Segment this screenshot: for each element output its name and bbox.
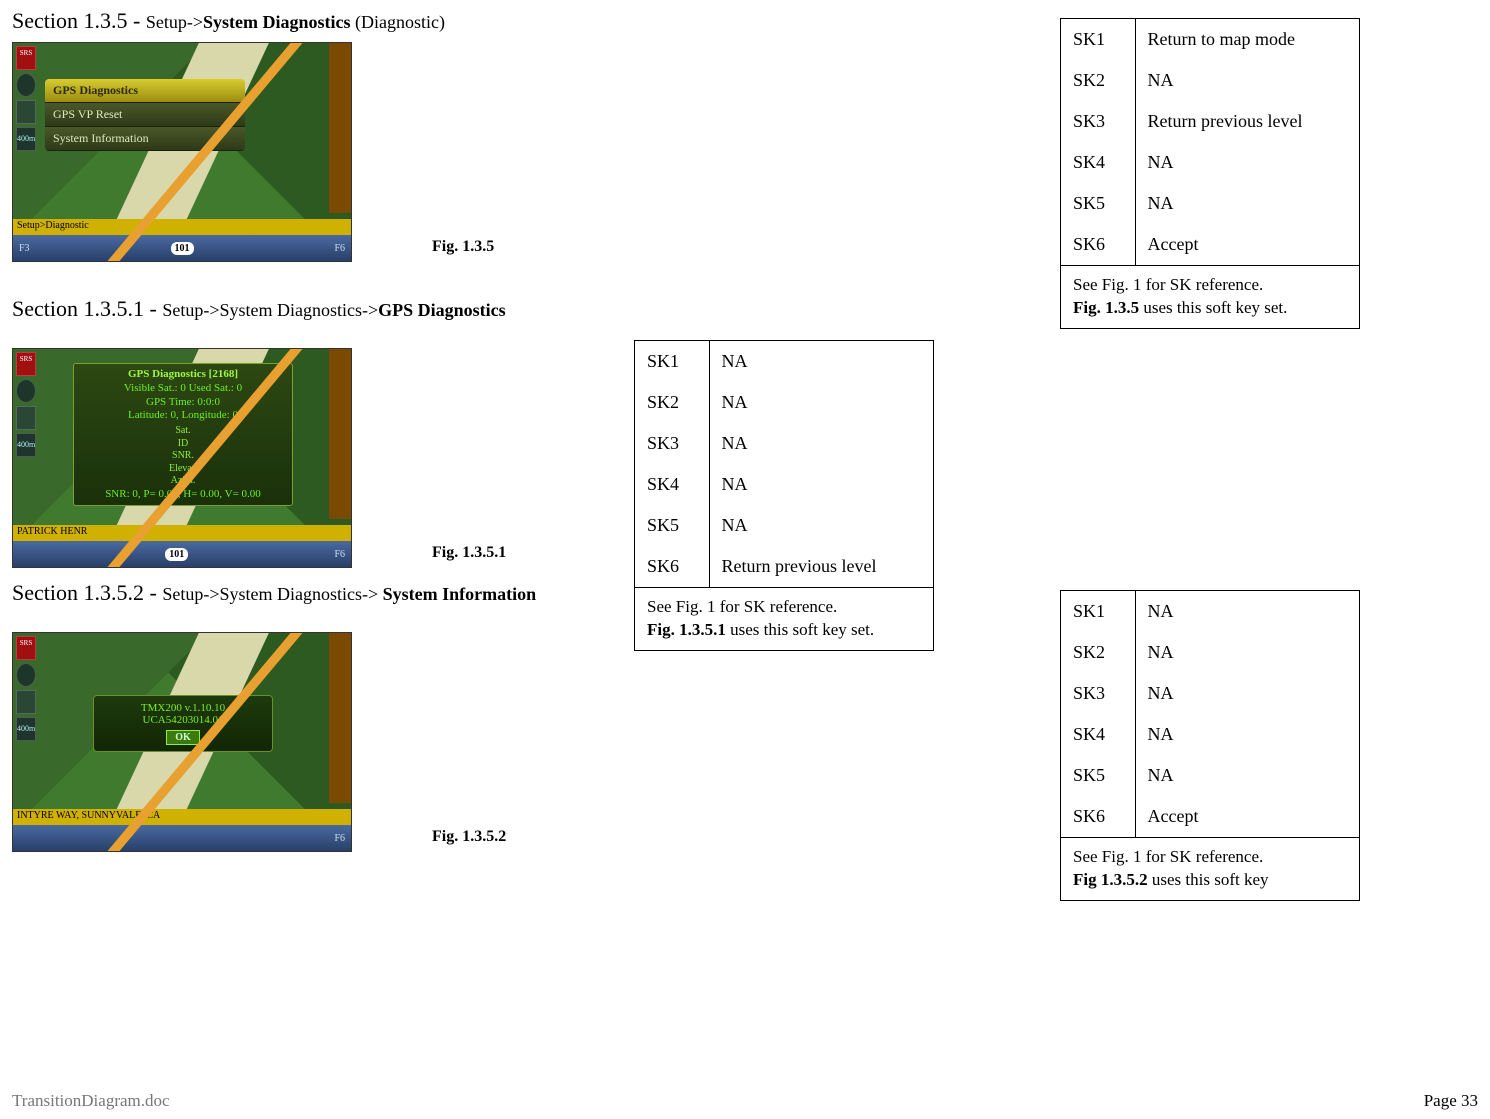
status-bar: PATRICK HENR (13, 525, 351, 541)
table-row: SK4NA (1061, 142, 1359, 183)
gps-left-sidebar: SRS 400m (13, 349, 39, 525)
figure-screenshot-1352: SRS 400m TMX200 v.1.10.10 UCA54203014.01… (12, 632, 352, 852)
table-row: SK5NA (1061, 183, 1359, 224)
menu-item-gps-diagnostics[interactable]: GPS Diagnostics (45, 79, 245, 103)
footer-filename: TransitionDiagram.doc (12, 1091, 170, 1111)
f6-key[interactable]: F6 (334, 549, 345, 560)
srs-badge-icon: SRS (16, 46, 36, 70)
table-row: SK2NA (635, 382, 933, 423)
gps-right-rail (329, 349, 351, 519)
softkey-reference-note: See Fig. 1 for SK reference. Fig. 1.3.5.… (635, 587, 933, 650)
signal-icon (16, 690, 36, 714)
diag-footer-line: SNR: 0, P= 0.00, H= 0.00, V= 0.00 (80, 488, 286, 502)
ok-button[interactable]: OK (166, 730, 200, 745)
table-row: SK6Accept (1061, 796, 1359, 837)
menu-item-system-information[interactable]: System Information (45, 127, 245, 151)
scale-label: 400m (16, 717, 36, 741)
gps-diagnostics-panel: GPS Diagnostics [2168] Visible Sat.: 0 U… (73, 363, 293, 506)
bottom-softkey-bar: F3 101 F6 (13, 235, 351, 261)
gps-right-rail (329, 633, 351, 803)
compass-icon (16, 73, 36, 97)
status-bar: Setup>Diagnostic (13, 219, 351, 235)
table-row: SK4NA (1061, 714, 1359, 755)
figure-caption-1351: Fig. 1.3.5.1 (432, 544, 506, 562)
srs-badge-icon: SRS (16, 352, 36, 376)
scale-label: 400m (16, 433, 36, 457)
srs-badge-icon: SRS (16, 636, 36, 660)
softkey-table-1352: SK1NA SK2NA SK3NA SK4NA SK5NA SK6Accept … (1060, 590, 1360, 901)
table-row: SK1NA (1061, 591, 1359, 632)
table-row: SK1NA (635, 341, 933, 382)
table-row: SK2NA (1061, 60, 1359, 101)
figure-caption-1352: Fig. 1.3.5.2 (432, 828, 506, 846)
section-number: Section 1.3.5 (12, 8, 128, 33)
table-row: SK5NA (1061, 755, 1359, 796)
footer-page-number: Page 33 (1424, 1091, 1478, 1111)
menu-item-gps-vp-reset[interactable]: GPS VP Reset (45, 103, 245, 127)
f6-key[interactable]: F6 (334, 243, 345, 254)
table-row: SK3NA (635, 423, 933, 464)
diag-columns: Sat. ID SNR. Elevat. Azim. (80, 425, 286, 488)
compass-icon (16, 379, 36, 403)
route-shield-icon: 101 (171, 242, 194, 255)
f3-key[interactable]: F3 (19, 243, 30, 254)
page-footer: TransitionDiagram.doc Page 33 (12, 1091, 1478, 1111)
table-row: SK2NA (1061, 632, 1359, 673)
section-heading-1351: Section 1.3.5.1 - Setup->System Diagnost… (12, 296, 506, 322)
table-row: SK6Return previous level (635, 546, 933, 587)
softkey-table-1351: SK1NA SK2NA SK3NA SK4NA SK5NA SK6Return … (634, 340, 934, 651)
table-row: SK1Return to map mode (1061, 19, 1359, 60)
bottom-softkey-bar: 101 F6 (13, 541, 351, 567)
route-shield-icon: 101 (165, 548, 188, 561)
figure-screenshot-135: SRS 400m GPS Diagnostics GPS VP Reset Sy… (12, 42, 352, 262)
table-row: SK4NA (635, 464, 933, 505)
softkey-reference-note: See Fig. 1 for SK reference. Fig. 1.3.5 … (1061, 265, 1359, 328)
bottom-softkey-bar: F6 (13, 825, 351, 851)
signal-icon (16, 406, 36, 430)
gps-left-sidebar: SRS 400m (13, 633, 39, 809)
figure-caption-135: Fig. 1.3.5 (432, 238, 494, 256)
table-row: SK6Accept (1061, 224, 1359, 265)
breadcrumb-path: Setup->System Diagnostics (Diagnostic) (146, 12, 445, 32)
gps-right-rail (329, 43, 351, 213)
section-heading-1352: Section 1.3.5.2 - Setup->System Diagnost… (12, 580, 536, 606)
figure-screenshot-1351: SRS 400m GPS Diagnostics [2168] Visible … (12, 348, 352, 568)
diagnostic-menu: GPS Diagnostics GPS VP Reset System Info… (45, 79, 245, 151)
f6-key[interactable]: F6 (334, 833, 345, 844)
status-bar: INTYRE WAY, SUNNYVALE, CA (13, 809, 351, 825)
table-row: SK5NA (635, 505, 933, 546)
gps-left-sidebar: SRS 400m (13, 43, 39, 219)
table-row: SK3NA (1061, 673, 1359, 714)
compass-icon (16, 663, 36, 687)
table-row: SK3Return previous level (1061, 101, 1359, 142)
system-information-panel: TMX200 v.1.10.10 UCA54203014.01 OK (93, 695, 273, 752)
scale-label: 400m (16, 127, 36, 151)
softkey-table-135: SK1Return to map mode SK2NA SK3Return pr… (1060, 18, 1360, 329)
softkey-reference-note: See Fig. 1 for SK reference. Fig 1.3.5.2… (1061, 837, 1359, 900)
signal-icon (16, 100, 36, 124)
panel-title: GPS Diagnostics [2168] (80, 368, 286, 382)
